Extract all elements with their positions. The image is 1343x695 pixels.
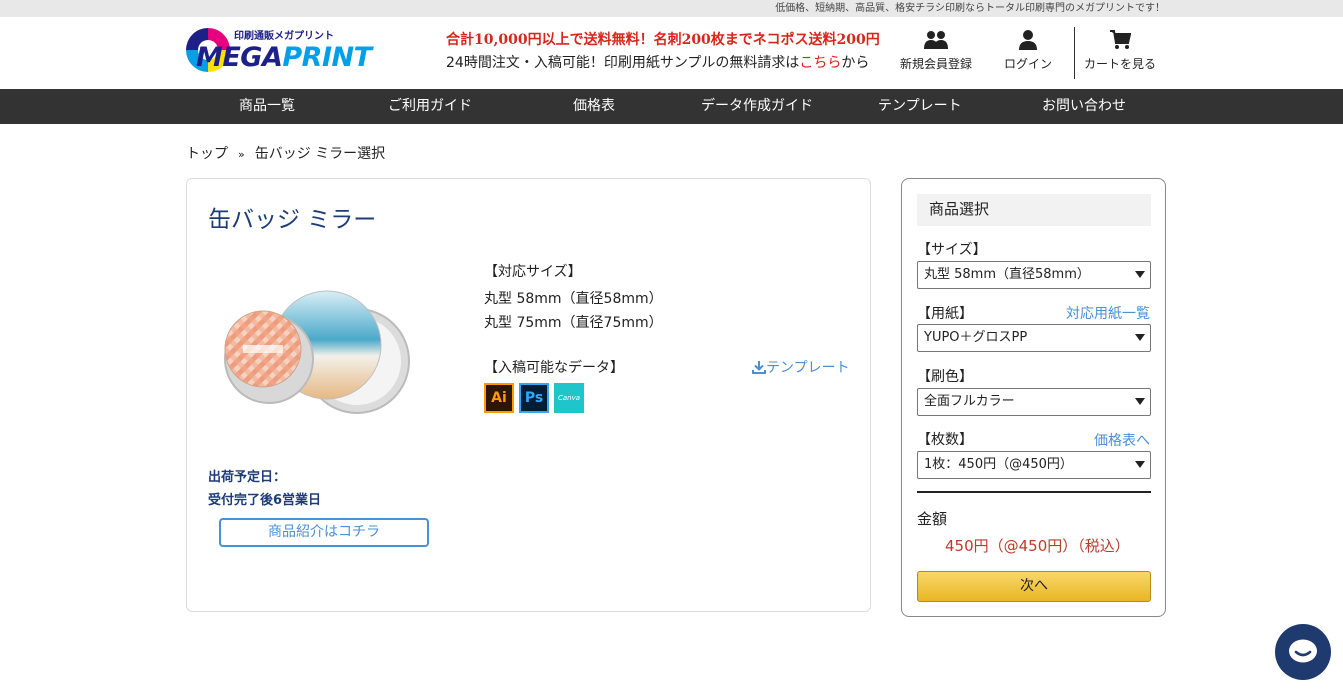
illustrator-icon: Ai — [484, 383, 514, 413]
next-button[interactable]: 次へ — [917, 571, 1151, 602]
register-label: 新規会員登録 — [900, 57, 973, 71]
chevron-down-icon — [1135, 271, 1145, 278]
nav-data-guide[interactable]: データ作成ガイド — [701, 89, 813, 123]
product-intro-button[interactable]: 商品紹介はコチラ — [219, 518, 429, 547]
notice-prefix: 24時間注文・入稿可能！印刷用紙サンプルの無料請求は — [446, 55, 800, 71]
cart-label: カートを見る — [1084, 57, 1157, 71]
template-link-label: テンプレート — [766, 360, 850, 376]
user-icon — [1019, 30, 1037, 50]
size-heading: 【対応サイズ】 — [484, 264, 582, 280]
breadcrumb-home[interactable]: トップ — [186, 146, 228, 162]
login-label: ログイン — [1004, 57, 1053, 71]
amount-label: 金額 — [917, 510, 948, 528]
sample-request-link[interactable]: こちら — [799, 55, 841, 71]
template-download-link[interactable]: テンプレート — [752, 357, 850, 377]
logo-wordmark: MEGAPRINT — [196, 41, 372, 75]
download-icon — [752, 361, 766, 374]
size-list: 丸型 58mm（直径58mm） 丸型 75mm（直径75mm） — [484, 287, 663, 335]
color-label: 【刷色】 — [917, 369, 973, 385]
chat-button[interactable] — [1275, 624, 1331, 680]
selector-title: 商品選択 — [917, 194, 1151, 226]
paper-select[interactable]: YUPO＋グロスPP — [917, 324, 1151, 352]
logo-word-mega: MEGA — [196, 42, 283, 73]
chat-icon — [1289, 639, 1317, 663]
canva-icon: Canva — [554, 383, 584, 413]
header-divider — [1074, 27, 1075, 79]
quantity-label: 【枚数】 — [917, 432, 973, 448]
sample-notice: 24時間注文・入稿可能！印刷用紙サンプルの無料請求はこちらから — [446, 52, 869, 72]
product-image — [224, 290, 410, 414]
divider — [917, 491, 1151, 493]
chevron-down-icon — [1135, 398, 1145, 405]
nav-products[interactable]: 商品一覧 — [239, 89, 295, 123]
amount-value: 450円（@450円）（税込） — [945, 537, 1130, 555]
ship-date-value: 受付完了後6営業日 — [208, 493, 322, 508]
product-title: 缶バッジ ミラー — [208, 207, 377, 233]
login-button[interactable]: ログイン — [1004, 29, 1052, 72]
breadcrumb: トップ » 缶バッジ ミラー選択 — [186, 143, 385, 163]
site-header: 印刷通販メガプリント MEGAPRINT 合計10,000円以上で送料無料！名刺… — [0, 17, 1343, 89]
nav-contact[interactable]: お問い合わせ — [1042, 89, 1126, 123]
ship-date-label: 出荷予定日： — [208, 470, 287, 485]
chevron-down-icon — [1135, 461, 1145, 468]
photoshop-icon: Ps — [519, 383, 549, 413]
size-label: 【サイズ】 — [917, 242, 987, 258]
product-selector: 商品選択 【サイズ】 丸型 58mm（直径58mm） 【用紙】 対応用紙一覧 Y… — [901, 178, 1166, 617]
top-tagline: 低価格、短納期、高品質、格安チラシ印刷ならトータル印刷専門のメガプリントです！ — [0, 0, 1343, 17]
register-button[interactable]: 新規会員登録 — [900, 29, 972, 72]
nav-templates[interactable]: テンプレート — [878, 89, 962, 123]
notice-suffix: から — [841, 55, 870, 71]
size-select-value: 丸型 58mm（直径58mm） — [924, 267, 1090, 282]
chevron-down-icon — [1135, 334, 1145, 341]
users-icon — [924, 31, 948, 49]
nav-price-table[interactable]: 価格表 — [573, 89, 615, 123]
size-item: 丸型 75mm（直径75mm） — [484, 315, 663, 331]
size-item: 丸型 58mm（直径58mm） — [484, 291, 663, 307]
cart-button[interactable]: カートを見る — [1084, 29, 1156, 72]
color-select-value: 全面フルカラー — [924, 394, 1015, 409]
logo-word-print: PRINT — [282, 42, 372, 73]
logo-subtitle: 印刷通販メガプリント — [234, 31, 334, 42]
main-nav: 商品一覧 ご利用ガイド 価格表 データ作成ガイド テンプレート お問い合わせ — [0, 89, 1343, 124]
paper-select-value: YUPO＋グロスPP — [924, 330, 1028, 345]
breadcrumb-separator: » — [238, 148, 245, 161]
site-logo[interactable]: 印刷通販メガプリント MEGAPRINT — [186, 27, 392, 75]
price-table-link[interactable]: 価格表へ — [1094, 430, 1150, 450]
paper-list-link[interactable]: 対応用紙一覧 — [1066, 303, 1150, 323]
paper-label: 【用紙】 — [917, 306, 973, 322]
color-select[interactable]: 全面フルカラー — [917, 388, 1151, 416]
product-card: 缶バッジ ミラー 出荷予定日： 受付完了後6営業日 商品紹介はコチラ 【対応サイ… — [186, 178, 871, 612]
data-formats-heading: 【入稿可能なデータ】 — [484, 360, 624, 376]
quantity-select[interactable]: 1枚：450円（@450円） — [917, 451, 1151, 479]
breadcrumb-current: 缶バッジ ミラー選択 — [254, 146, 386, 162]
quantity-select-value: 1枚：450円（@450円） — [924, 457, 1073, 472]
data-format-badges: Ai Ps Canva — [484, 383, 584, 413]
cart-icon — [1110, 30, 1131, 49]
size-select[interactable]: 丸型 58mm（直径58mm） — [917, 261, 1151, 289]
shipping-promo: 合計10,000円以上で送料無料！名刺200枚までネコポス送料200円 — [446, 32, 880, 48]
nav-guide[interactable]: ご利用ガイド — [388, 89, 472, 123]
